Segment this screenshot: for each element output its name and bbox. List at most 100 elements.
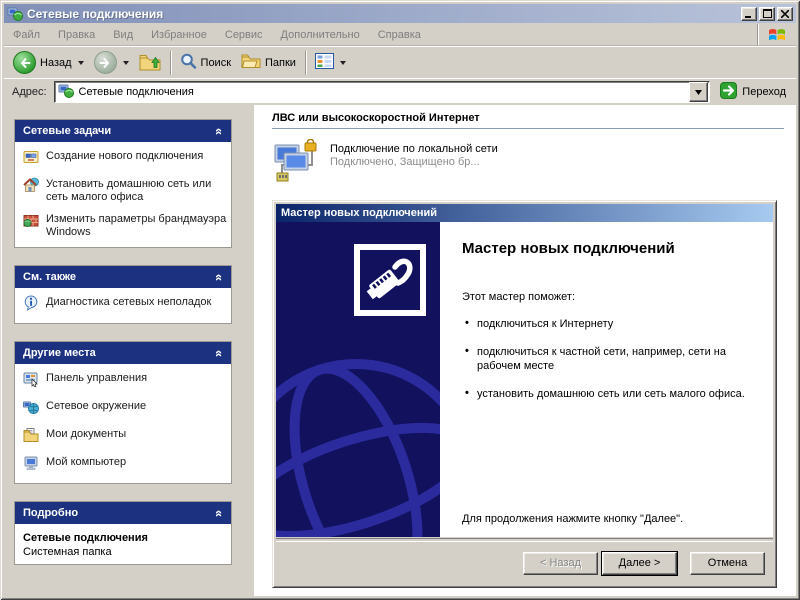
wizard-bullet: подключиться к Интернету xyxy=(462,317,761,331)
menu-advanced[interactable]: Дополнительно xyxy=(272,24,369,45)
collapse-chevron-icon[interactable]: « xyxy=(212,127,227,134)
section-title: Другие места xyxy=(23,347,96,359)
section-title: Сетевые задачи xyxy=(23,125,111,137)
task-label: Мой компьютер xyxy=(46,456,126,469)
network-connections-icon[interactable] xyxy=(7,6,23,22)
lan-connection-status: Подключено, Защищено бр... xyxy=(330,156,480,168)
wizard-next-button[interactable]: Далее > xyxy=(602,552,677,575)
menu-tools[interactable]: Сервис xyxy=(216,24,272,45)
menu-favorites[interactable]: Избранное xyxy=(142,24,216,45)
views-icon xyxy=(315,53,334,72)
group-header-lan: ЛВС или высокоскоростной Интернет xyxy=(272,112,480,124)
section-title: См. также xyxy=(23,271,76,283)
lan-connection-icon xyxy=(272,139,320,190)
menu-edit[interactable]: Правка xyxy=(49,24,104,45)
window-titlebar[interactable]: Сетевые подключения xyxy=(4,4,796,23)
globe-watermark-icon xyxy=(276,332,440,537)
task-new-connection[interactable]: Создание нового подключения xyxy=(23,150,227,169)
collapse-chevron-icon[interactable]: « xyxy=(212,349,227,356)
close-button[interactable] xyxy=(777,7,793,21)
wizard-cancel-button[interactable]: Отмена xyxy=(690,552,765,575)
task-label: Мои документы xyxy=(46,428,126,441)
up-folder-icon xyxy=(139,52,161,74)
forward-dropdown-icon xyxy=(123,61,129,65)
address-folder-icon xyxy=(58,83,74,102)
new-connection-icon xyxy=(23,149,39,169)
forward-button[interactable] xyxy=(89,49,134,76)
section-title: Подробно xyxy=(23,507,78,519)
address-label: Адрес: xyxy=(7,86,54,98)
link-my-computer[interactable]: Мой компьютер xyxy=(23,456,227,475)
section-header-other-places[interactable]: Другие места « xyxy=(15,342,231,364)
search-label: Поиск xyxy=(201,57,231,69)
go-icon xyxy=(720,82,737,102)
details-folder-name: Сетевые подключения xyxy=(23,532,227,544)
search-icon xyxy=(180,53,197,73)
lan-connection-item[interactable]: Подключение по локальной сети Подключено… xyxy=(272,139,500,190)
section-details: Подробно « Сетевые подключения Системная… xyxy=(14,501,232,565)
link-control-panel[interactable]: Панель управления xyxy=(23,372,227,391)
task-label: Установить домашнюю сеть или сеть малого… xyxy=(46,178,227,204)
firewall-icon xyxy=(23,212,39,232)
wizard-bullet: установить домашнюю сеть или сеть малого… xyxy=(462,387,761,401)
network-connections-window: Сетевые подключения Файл Правка Вид Избр… xyxy=(0,0,800,600)
wizard-watermark-panel xyxy=(276,222,440,537)
views-dropdown-icon xyxy=(340,61,346,65)
folders-button[interactable]: Папки xyxy=(236,49,301,76)
views-button[interactable] xyxy=(310,49,351,76)
forward-icon xyxy=(94,51,117,74)
toolbar: Назад Поиск Папки xyxy=(4,46,796,79)
wizard-bullet: подключиться к частной сети, например, с… xyxy=(462,345,761,373)
menu-view[interactable]: Вид xyxy=(104,24,142,45)
section-header-details[interactable]: Подробно « xyxy=(15,502,231,524)
wizard-titlebar[interactable]: Мастер новых подключений xyxy=(276,204,773,222)
toolbar-separator xyxy=(305,51,306,75)
wizard-bullet-list: подключиться к Интернету подключиться к … xyxy=(462,317,761,401)
menu-help[interactable]: Справка xyxy=(369,24,430,45)
task-setup-home-network[interactable]: Установить домашнюю сеть или сеть малого… xyxy=(23,178,227,204)
back-dropdown-icon xyxy=(78,61,84,65)
wizard-button-row: < Назад Далее > Отмена xyxy=(276,542,773,584)
rj45-plug-icon xyxy=(354,244,426,316)
network-places-icon xyxy=(23,399,39,419)
link-my-documents[interactable]: Мои документы xyxy=(23,428,227,447)
my-computer-icon xyxy=(23,455,39,475)
folders-label: Папки xyxy=(265,57,296,69)
wizard-title-text: Мастер новых подключений xyxy=(281,207,437,219)
task-label: Диагностика сетевых неполадок xyxy=(46,296,211,309)
toolbar-separator xyxy=(170,51,171,75)
up-button[interactable] xyxy=(134,49,166,76)
task-network-diagnostics[interactable]: Диагностика сетевых неполадок xyxy=(23,296,227,315)
address-bar: Адрес: Сетевые подключения Переход xyxy=(4,78,796,106)
link-network-places[interactable]: Сетевое окружение xyxy=(23,400,227,419)
minimize-button[interactable] xyxy=(741,7,757,21)
my-documents-icon xyxy=(23,427,39,447)
maximize-button[interactable] xyxy=(759,7,775,21)
address-value[interactable]: Сетевые подключения xyxy=(79,86,684,98)
collapse-chevron-icon[interactable]: « xyxy=(212,509,227,516)
wizard-continue-hint: Для продолжения нажмите кнопку "Далее". xyxy=(462,513,683,525)
window-title: Сетевые подключения xyxy=(27,7,741,21)
section-header-see-also[interactable]: См. также « xyxy=(15,266,231,288)
details-folder-type: Системная папка xyxy=(23,546,227,558)
go-button[interactable]: Переход xyxy=(713,80,793,104)
section-header-network-tasks[interactable]: Сетевые задачи « xyxy=(15,120,231,142)
collapse-chevron-icon[interactable]: « xyxy=(212,273,227,280)
wizard-heading: Мастер новых подключений xyxy=(462,240,761,257)
back-button[interactable]: Назад xyxy=(8,49,89,76)
go-label: Переход xyxy=(742,86,786,98)
wizard-back-button: < Назад xyxy=(523,552,598,575)
back-label: Назад xyxy=(40,57,72,69)
back-icon xyxy=(13,51,36,74)
search-button[interactable]: Поиск xyxy=(175,49,236,76)
task-change-firewall-settings[interactable]: Изменить параметры брандмауэра Windows xyxy=(23,213,227,239)
task-pane-sidebar: Сетевые задачи « Создание нового подключ… xyxy=(4,105,254,596)
menu-file[interactable]: Файл xyxy=(4,24,49,45)
address-combobox[interactable]: Сетевые подключения xyxy=(54,81,711,103)
home-network-icon xyxy=(23,177,39,197)
windows-logo-icon xyxy=(757,24,796,45)
task-label: Панель управления xyxy=(46,372,147,385)
task-label: Создание нового подключения xyxy=(46,150,203,163)
address-dropdown-button[interactable] xyxy=(689,82,708,102)
task-label: Изменить параметры брандмауэра Windows xyxy=(46,213,227,239)
